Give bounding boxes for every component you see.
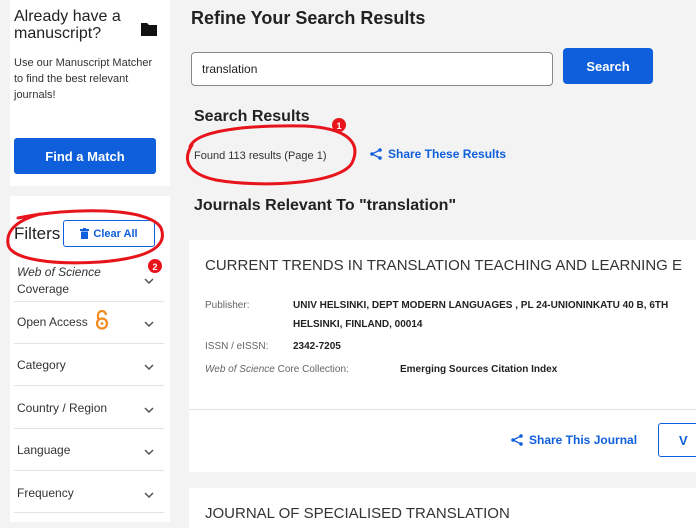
chevron-down-icon [144,407,154,413]
filter-label-language: Language [17,443,71,457]
filter-label-open-access: Open Access [17,315,88,329]
find-a-match-button[interactable]: Find a Match [14,138,156,174]
promo-title: Already have a manuscript? [14,8,121,42]
clear-all-button[interactable]: Clear All [63,220,155,247]
issn-value: 2342-7205 [293,341,341,352]
manuscript-matcher-promo: Already have a manuscript? Use our Manus… [10,0,170,186]
filter-web-of-science-coverage[interactable]: Web of Science Coverage [14,258,164,302]
trash-icon [80,228,90,239]
filters-panel: Filters Clear All Web of Science Coverag… [10,196,170,522]
filter-label-category: Category [17,358,66,372]
filter-label-wos-line1: Web of Science [17,265,101,279]
collection-label-rest: Core Collection: [274,364,349,375]
journal-title[interactable]: JOURNAL OF SPECIALISED TRANSLATION [205,505,510,522]
search-results-heading: Search Results [194,108,310,125]
view-journal-button[interactable]: V [658,423,696,457]
issn-label: ISSN / eISSN: [205,341,269,352]
search-input[interactable] [191,52,553,86]
promo-text: Use our Manuscript Matcher to find the b… [14,57,153,101]
page-title: Refine Your Search Results [191,8,426,28]
publisher-label: Publisher: [205,300,250,311]
search-button[interactable]: Search [563,48,653,84]
sidebar: Already have a manuscript? Use our Manus… [0,0,172,522]
clear-all-label: Clear All [93,227,138,240]
filters-title: Filters [14,224,61,243]
filter-label-wos-line2: Coverage [17,282,70,296]
share-journal-label: Share This Journal [529,433,638,447]
share-icon [370,148,382,160]
relevant-journals-heading: Journals Relevant To "translation" [194,197,457,214]
main-content: Refine Your Search Results Search Search… [172,0,696,528]
chevron-down-icon [144,492,154,498]
chevron-down-icon [144,321,154,327]
filter-frequency[interactable]: Frequency [14,471,164,513]
filter-category[interactable]: Category [14,344,164,386]
chevron-down-icon [144,278,154,284]
share-journal-link[interactable]: Share This Journal [511,433,637,447]
filter-label-country-region: Country / Region [17,401,108,415]
journal-card: CURRENT TRENDS IN TRANSLATION TEACHING A… [189,240,696,472]
journal-title[interactable]: CURRENT TRENDS IN TRANSLATION TEACHING A… [205,257,682,274]
open-access-icon [95,310,109,330]
filter-open-access[interactable]: Open Access [14,302,164,344]
publisher-value-line1: UNIV HELSINKI, DEPT MODERN LANGUAGES , P… [293,300,669,311]
share-results-link[interactable]: Share These Results [370,147,506,161]
results-count: Found 113 results (Page 1) [194,150,327,162]
filter-language[interactable]: Language [14,429,164,471]
chevron-down-icon [144,449,154,455]
collection-label-italic: Web of Science [205,364,275,375]
chevron-down-icon [144,364,154,370]
share-icon [511,434,523,446]
journal-card: JOURNAL OF SPECIALISED TRANSLATION [189,488,696,528]
filter-label-wos: Web of Science Coverage [17,264,101,298]
filter-label-frequency: Frequency [17,486,74,500]
card-divider [189,409,696,410]
publisher-value-line2: HELSINKI, FINLAND, 00014 [293,319,423,330]
folder-icon [141,23,157,36]
collection-value: Emerging Sources Citation Index [400,364,558,375]
collection-label: Web of Science Core Collection: [205,364,349,375]
filter-country-region[interactable]: Country / Region [14,386,164,429]
share-results-label: Share These Results [388,147,507,161]
